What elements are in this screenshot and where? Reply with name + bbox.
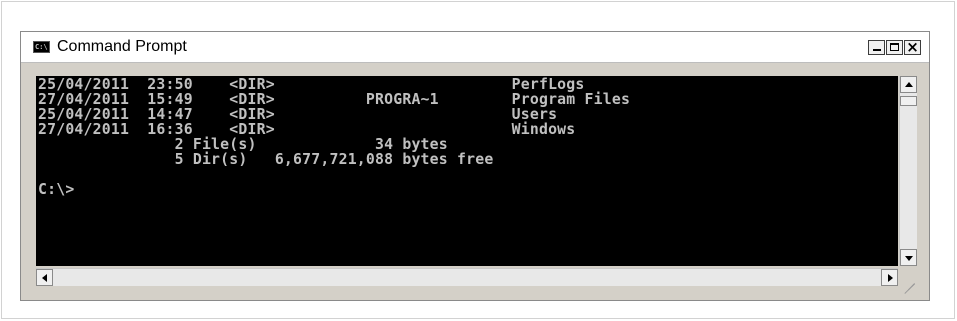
minimize-icon <box>873 49 881 51</box>
command-prompt-window: C:\ Command Prompt × 25/04/2011 23:50 <D… <box>20 31 930 301</box>
console-line: 25/04/2011 23:50 <DIR> PerfLogs <box>38 76 585 93</box>
vertical-scrollbar[interactable] <box>899 76 917 266</box>
scroll-down-button[interactable] <box>900 249 917 266</box>
vertical-scroll-thumb[interactable] <box>900 96 917 106</box>
cmd-icon[interactable]: C:\ <box>33 41 50 53</box>
console-line: 27/04/2011 15:49 <DIR> PROGRA~1 Program … <box>38 91 631 108</box>
arrow-left-icon <box>41 273 47 282</box>
console-line: 27/04/2011 16:36 <DIR> Windows <box>38 121 576 138</box>
resize-grip-icon[interactable] <box>899 268 917 294</box>
console-line: 2 File(s) 34 bytes <box>38 136 448 153</box>
horizontal-scrollbar[interactable] <box>36 268 898 286</box>
scroll-right-button[interactable] <box>881 269 898 286</box>
console-line: 25/04/2011 14:47 <DIR> Users <box>38 106 558 123</box>
title-bar[interactable]: C:\ Command Prompt × <box>21 32 929 63</box>
maximize-icon <box>890 43 899 51</box>
close-icon: × <box>906 38 919 56</box>
minimize-button[interactable] <box>868 40 885 55</box>
console-text: 25/04/2011 23:50 <DIR> PerfLogs 27/04/201… <box>38 77 630 197</box>
scroll-left-button[interactable] <box>36 269 53 286</box>
maximize-button[interactable] <box>886 40 903 55</box>
console-output[interactable]: 25/04/2011 23:50 <DIR> PerfLogs 27/04/201… <box>36 76 898 266</box>
cmd-icon-label: C:\ <box>35 43 48 51</box>
scroll-up-button[interactable] <box>900 76 917 93</box>
grip-line <box>911 283 915 287</box>
arrow-right-icon <box>887 273 893 282</box>
command-prompt-line[interactable]: C:\> <box>38 182 630 197</box>
close-button[interactable]: × <box>904 38 921 56</box>
console-line: 5 Dir(s) 6,677,721,088 bytes free <box>38 151 494 168</box>
screenshot-frame: C:\ Command Prompt × 25/04/2011 23:50 <D… <box>1 1 955 319</box>
window-title: Command Prompt <box>57 38 187 55</box>
arrow-down-icon <box>904 255 913 261</box>
arrow-up-icon <box>904 81 913 87</box>
